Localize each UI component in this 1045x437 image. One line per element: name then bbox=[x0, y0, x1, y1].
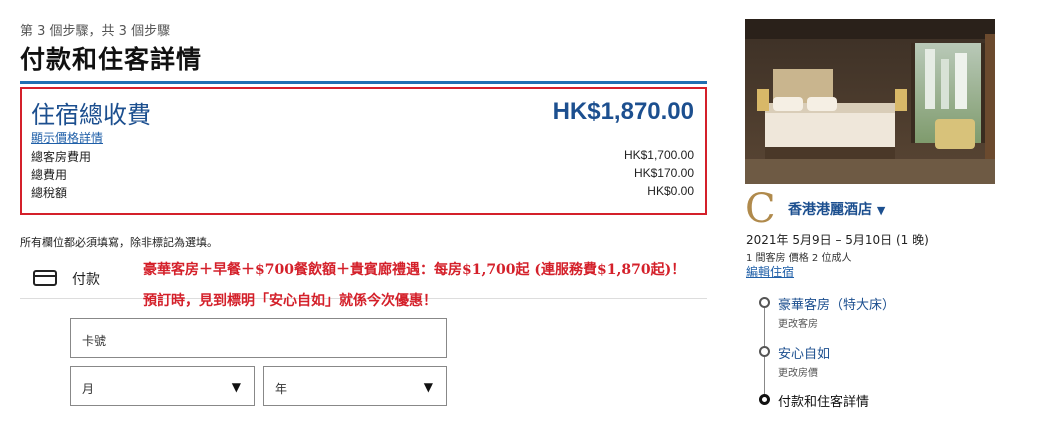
credit-card-icon bbox=[33, 270, 57, 286]
timeline-step-payment: 付款和住客詳情 bbox=[778, 395, 870, 410]
summary-row-label: 總稅額 bbox=[31, 186, 68, 200]
month-select-label: 月 bbox=[82, 382, 95, 396]
total-summary-box: 住宿總收費 HK$1,870.00 顯示價格詳情 總客房費用 HK$1,700.… bbox=[20, 87, 707, 215]
hotel-name: 香港港麗酒店 bbox=[788, 202, 872, 218]
total-label: 住宿總收費 bbox=[31, 101, 151, 129]
timeline-step-rate[interactable]: 安心自如 bbox=[778, 343, 830, 362]
summary-row-label: 總客房費用 bbox=[31, 150, 92, 164]
timeline-dot-current bbox=[759, 394, 770, 405]
summary-row-room: 總客房費用 HK$1,700.00 bbox=[31, 148, 694, 166]
section-divider bbox=[20, 81, 707, 84]
card-number-placeholder: 卡號 bbox=[82, 334, 107, 348]
caret-down-icon: ▼ bbox=[876, 204, 886, 217]
promo-line-1: 豪華客房＋早餐＋$700餐飲額＋貴賓廊禮遇：每房$1,700起 (連服務費$1,… bbox=[143, 262, 686, 278]
hotel-brand-logo: C bbox=[745, 186, 776, 232]
timeline-dot bbox=[759, 297, 770, 308]
hotel-room-photo bbox=[745, 19, 995, 184]
year-select[interactable]: 年 ▼ bbox=[263, 366, 447, 406]
timeline-dot bbox=[759, 346, 770, 357]
price-details-link[interactable]: 顯示價格詳情 bbox=[31, 129, 103, 146]
chevron-down-icon: ▼ bbox=[423, 380, 433, 394]
summary-row-label: 總費用 bbox=[31, 168, 68, 182]
card-number-input[interactable]: 卡號 bbox=[70, 318, 447, 358]
stay-dates: 2021年 5月9日 – 5月10日 (1 晚) bbox=[746, 233, 929, 247]
summary-row-tax: 總稅額 HK$0.00 bbox=[31, 184, 694, 202]
room-guest-summary: 1 間客房 價格 2 位成人 bbox=[746, 253, 852, 264]
summary-row-value: HK$1,700.00 bbox=[623, 148, 694, 162]
change-rate-link[interactable]: 更改房價 bbox=[778, 364, 818, 379]
chevron-down-icon: ▼ bbox=[231, 380, 241, 394]
summary-row-value: HK$0.00 bbox=[647, 184, 694, 198]
timeline-step-room[interactable]: 豪華客房（特大床） bbox=[778, 294, 895, 313]
required-fields-note: 所有欄位都必須填寫，除非標記為選填。 bbox=[20, 236, 218, 249]
total-amount: HK$1,870.00 bbox=[552, 98, 694, 125]
hotel-name-dropdown[interactable]: 香港港麗酒店 ▼ bbox=[788, 199, 885, 219]
month-select[interactable]: 月 ▼ bbox=[70, 366, 255, 406]
promo-line-2: 預訂時，見到標明「安心自如」就係今次優惠！ bbox=[143, 293, 437, 309]
summary-row-value: HK$170.00 bbox=[633, 166, 694, 180]
year-select-label: 年 bbox=[275, 382, 288, 396]
summary-row-fees: 總費用 HK$170.00 bbox=[31, 166, 694, 184]
change-room-link[interactable]: 更改客房 bbox=[778, 315, 818, 330]
edit-stay-link[interactable]: 編輯住宿 bbox=[746, 263, 794, 280]
page-title: 付款和住客詳情 bbox=[20, 45, 203, 74]
step-indicator: 第 3 個步驟，共 3 個步驟 bbox=[20, 24, 171, 39]
payment-label: 付款 bbox=[72, 272, 100, 288]
